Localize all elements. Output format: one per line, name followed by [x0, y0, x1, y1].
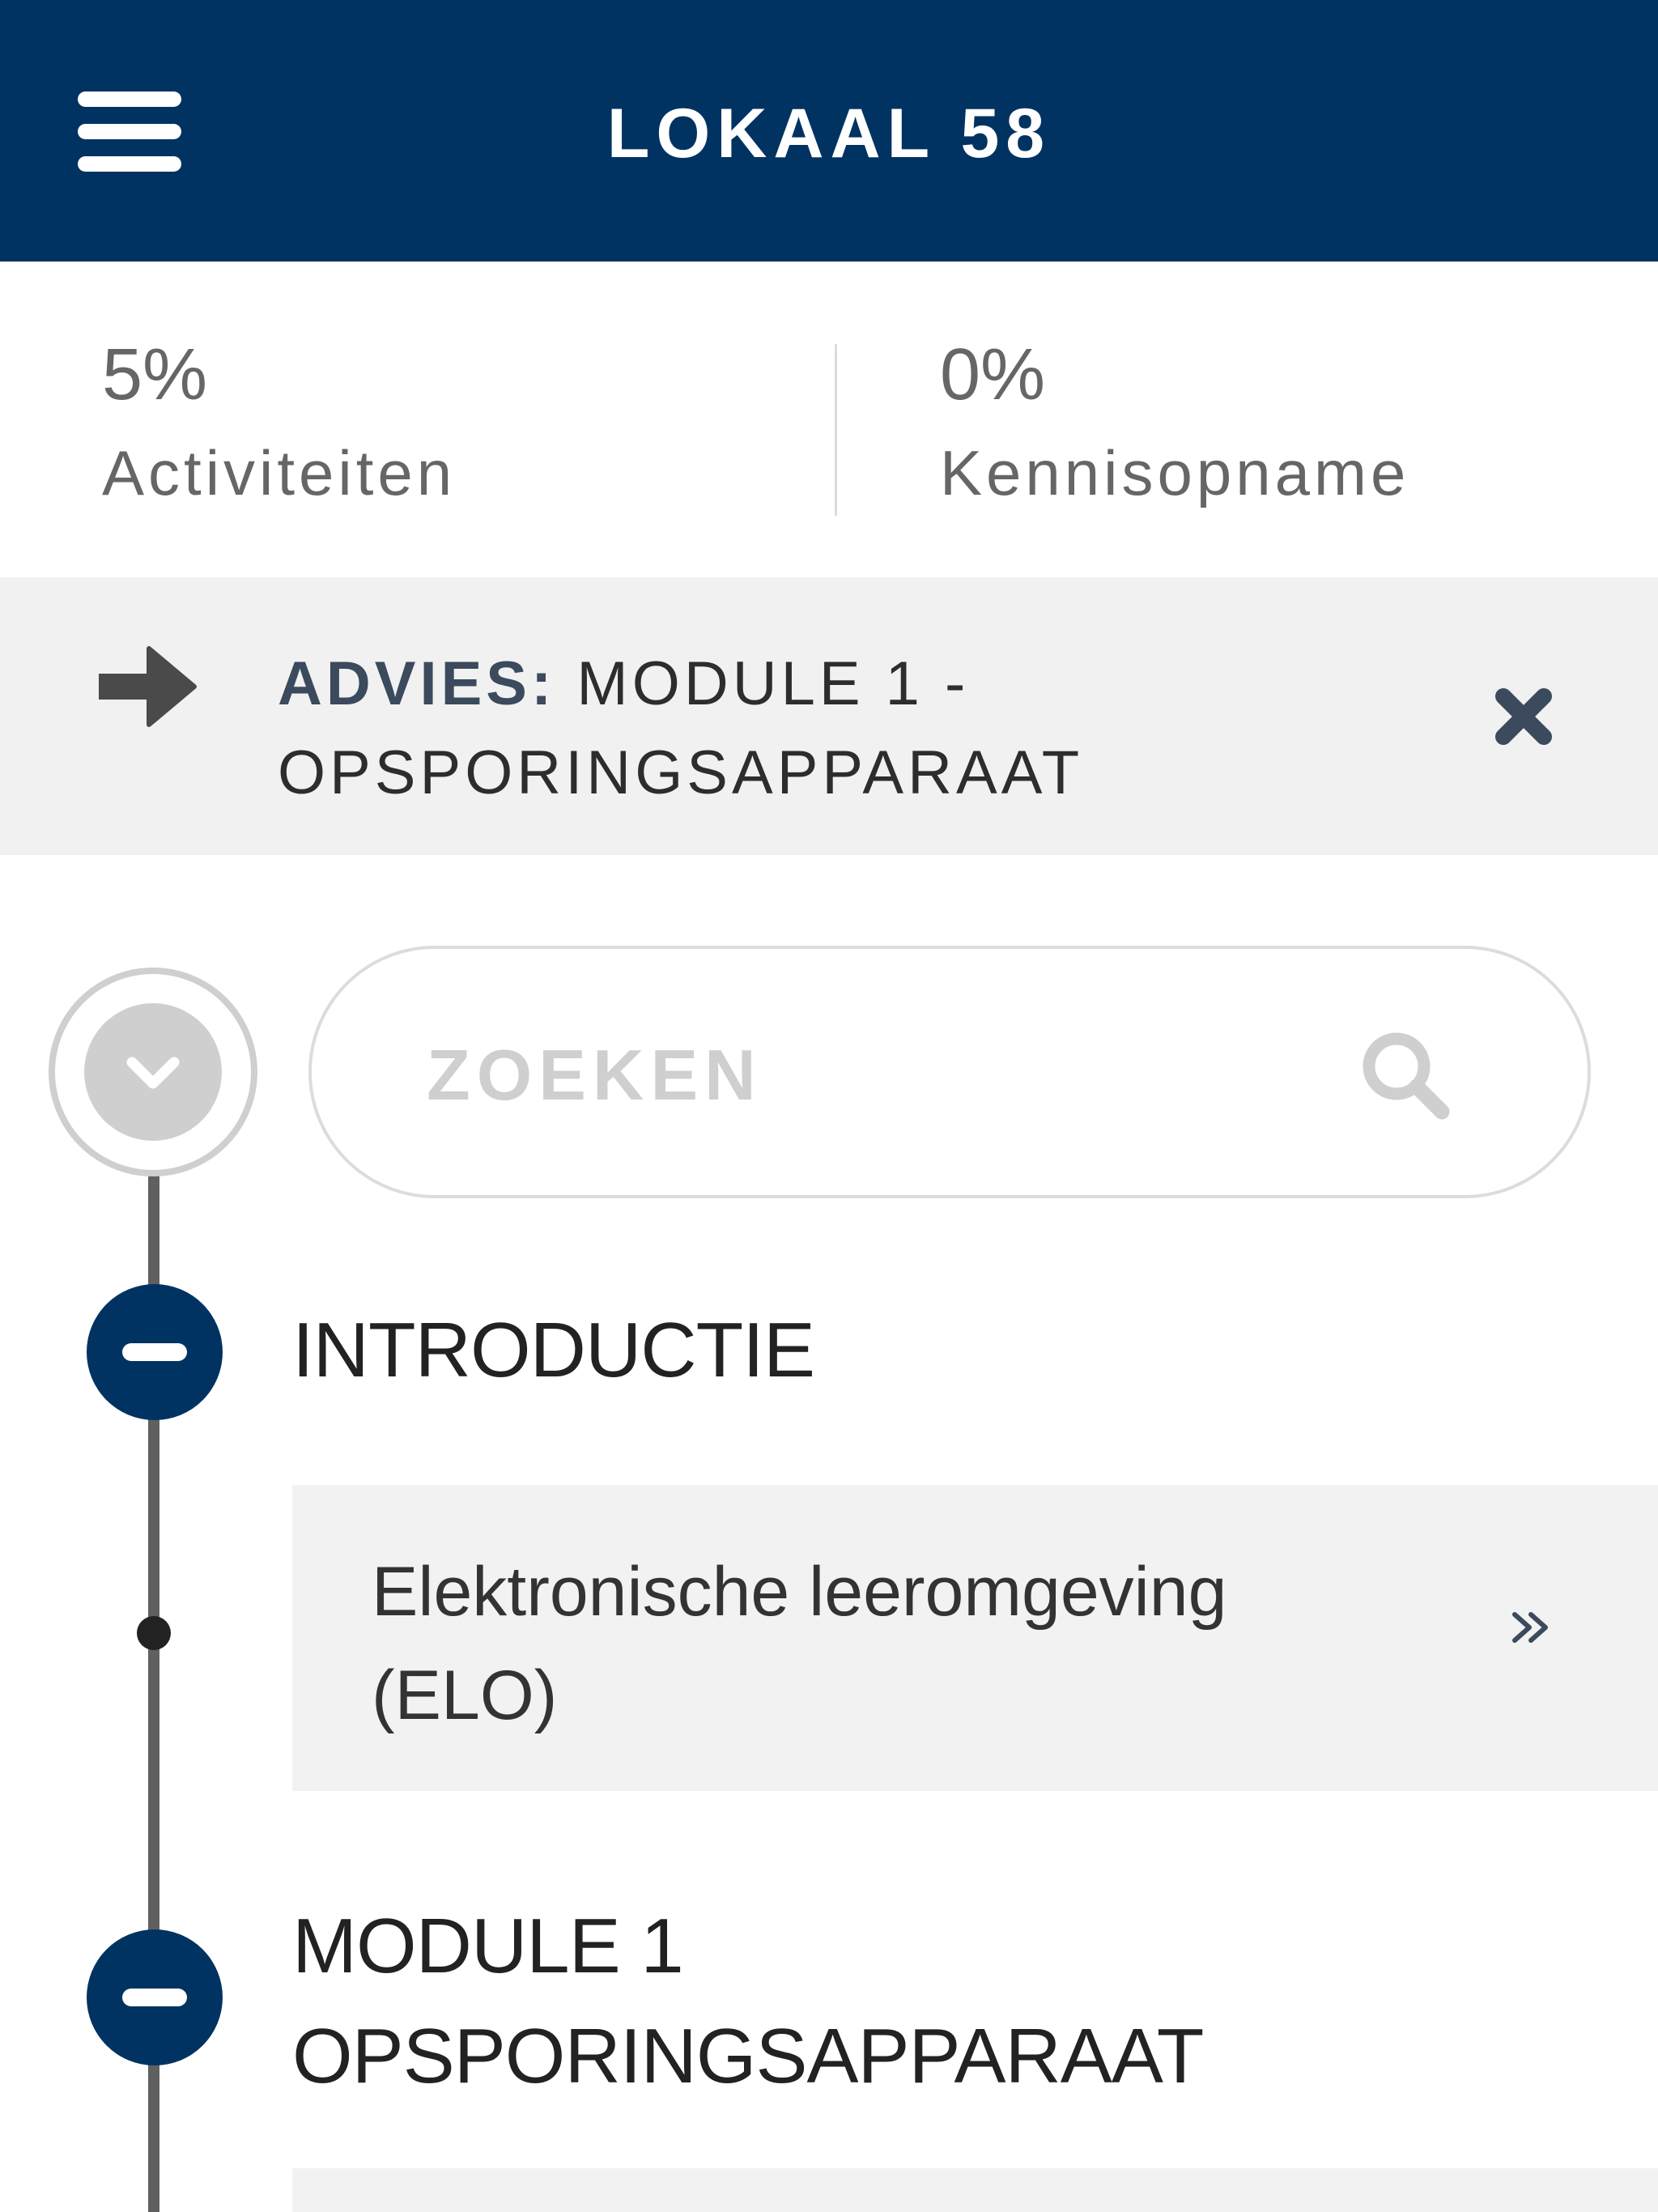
- close-icon[interactable]: [1492, 685, 1555, 748]
- list-item[interactable]: [292, 2168, 1658, 2212]
- top-bar: LOKAAL 58: [0, 0, 1658, 262]
- advice-text[interactable]: ADVIES: MODULE 1 - OPSPORINGSAPPARAAT: [278, 640, 1492, 818]
- stat-value: 5%: [102, 334, 208, 415]
- stat-label: Kennisopname: [940, 437, 1410, 508]
- stat-kennisopname: 0% Kennisopname: [940, 330, 1409, 513]
- section-title-introductie[interactable]: INTRODUCTIE: [292, 1295, 815, 1406]
- list-item[interactable]: Elektronische leeromgeving (ELO): [292, 1485, 1658, 1791]
- section-title-module-1[interactable]: MODULE 1 OPSPORINGSAPPARAAT: [292, 1891, 1264, 2112]
- stat-value: 0%: [940, 334, 1046, 415]
- page-title: LOKAAL 58: [606, 95, 1052, 172]
- stat-divider: [835, 344, 837, 516]
- item-label: Elektronische leeromgeving (ELO): [372, 1553, 1227, 1734]
- double-chevron-right-icon: [1507, 1603, 1555, 1652]
- minus-icon[interactable]: [87, 1284, 223, 1420]
- advice-prefix: ADVIES:: [278, 649, 556, 718]
- search-icon[interactable]: [1356, 1026, 1453, 1123]
- search-box: [308, 946, 1591, 1198]
- chevron-down-icon: [84, 1003, 222, 1141]
- stat-label: Activiteiten: [102, 437, 457, 508]
- arrow-right-icon: [96, 644, 198, 730]
- timeline-toggle-button[interactable]: [49, 968, 257, 1176]
- stat-activiteiten: 5% Activiteiten: [102, 330, 456, 513]
- minus-icon[interactable]: [87, 1929, 223, 2065]
- search-input[interactable]: [425, 1030, 1319, 1121]
- timeline-item-dot: [137, 1616, 171, 1650]
